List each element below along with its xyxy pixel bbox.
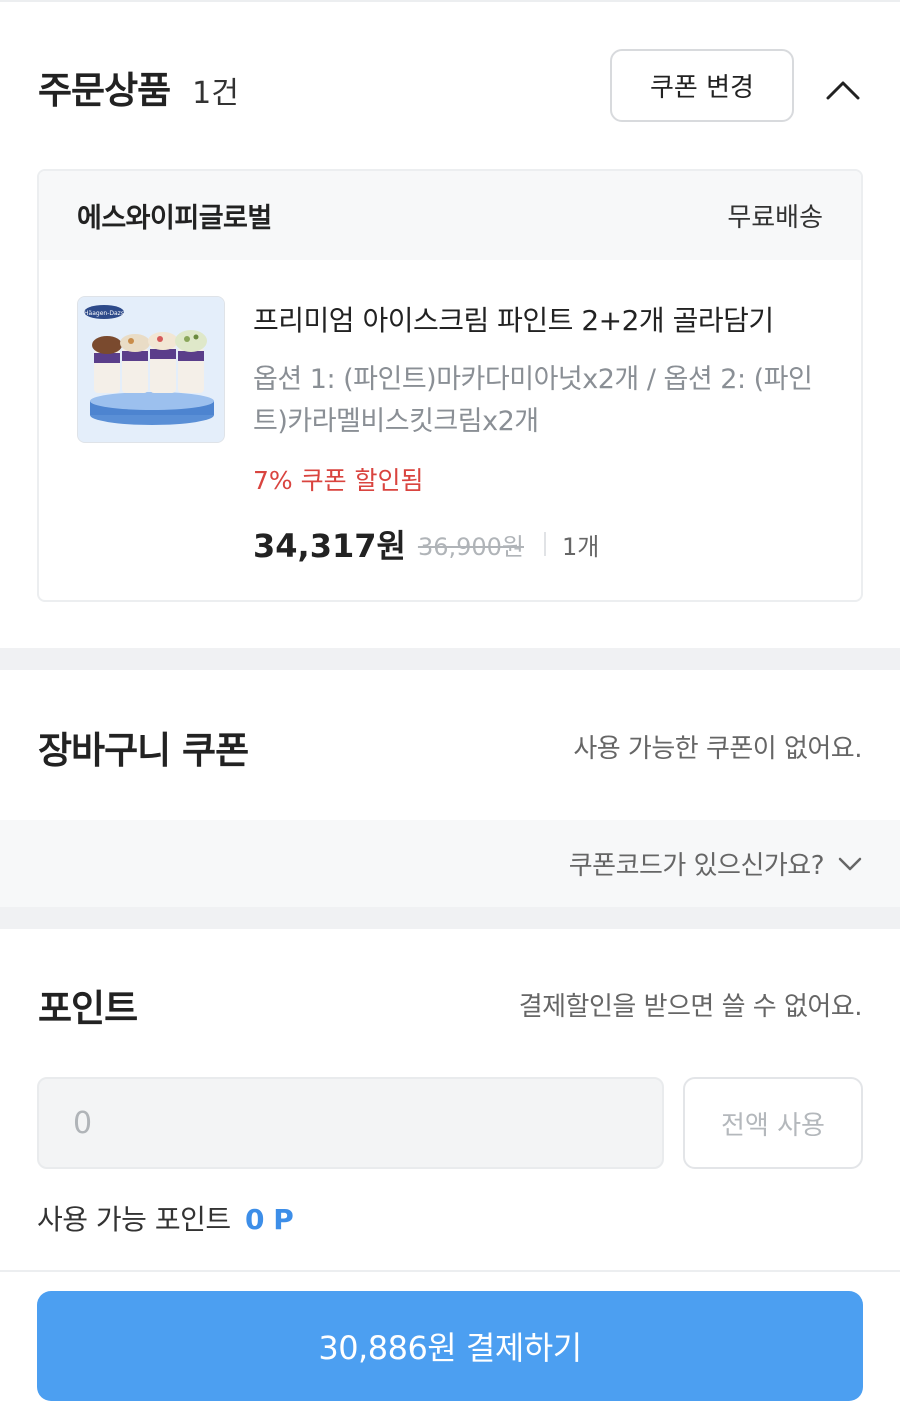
quantity: 1개 xyxy=(562,532,600,561)
section-divider xyxy=(0,648,900,670)
points-note: 결제할인을 받으면 쓸 수 없어요. xyxy=(518,992,863,1022)
ice-cream-pints-image: Häagen-Dazs xyxy=(78,297,224,442)
order-section-title: 주문상품 xyxy=(38,69,171,112)
original-price: 36,900원 xyxy=(417,532,524,561)
pay-button[interactable]: 30,886원 결제하기 xyxy=(37,1291,863,1401)
product-option: 옵션 1: (파인트)마카다미아넛x2개 / 옵션 2: (파인트)카라멜비스킷… xyxy=(253,364,813,437)
coupon-code-toggle[interactable]: 쿠폰코드가 있으신가요? xyxy=(0,820,900,907)
order-item-count: 1건 xyxy=(192,76,239,111)
cart-coupon-note: 사용 가능한 쿠폰이 없어요. xyxy=(573,734,862,764)
points-input[interactable] xyxy=(37,1077,664,1169)
collapse-order-button[interactable] xyxy=(822,70,864,110)
coupon-change-button[interactable]: 쿠폰 변경 xyxy=(610,49,794,122)
shipping-info: 무료배송 xyxy=(727,203,823,233)
product-thumbnail[interactable]: Häagen-Dazs xyxy=(77,296,225,443)
points-title: 포인트 xyxy=(38,987,138,1030)
seller-name: 에스와이피글로벌 xyxy=(77,203,272,234)
chevron-up-icon xyxy=(826,81,860,100)
chevron-down-icon xyxy=(838,857,862,870)
cart-coupon-title: 장바구니 쿠폰 xyxy=(38,729,249,772)
use-all-points-button[interactable]: 전액 사용 xyxy=(683,1077,863,1169)
bottom-divider xyxy=(0,1270,900,1272)
coupon-code-prompt: 쿠폰코드가 있으신가요? xyxy=(568,851,825,881)
price-divider xyxy=(544,532,546,556)
order-section-header: 주문상품 1건 xyxy=(38,60,239,114)
available-points-label: 사용 가능 포인트 xyxy=(37,1203,231,1236)
price-row: 34,317원 36,900원 1개 xyxy=(253,521,599,567)
card-header: 에스와이피글로벌 무료배송 xyxy=(39,171,861,260)
available-points-value: 0 P xyxy=(245,1203,294,1236)
sale-price: 34,317원 xyxy=(253,527,406,565)
available-points: 사용 가능 포인트 0 P xyxy=(37,1198,294,1238)
section-divider xyxy=(0,907,900,929)
brand-logo: Häagen-Dazs xyxy=(84,310,124,317)
top-divider xyxy=(0,0,900,2)
product-name[interactable]: 프리미엄 아이스크림 파인트 2+2개 골라담기 xyxy=(253,299,774,339)
order-product-card: 에스와이피글로벌 무료배송 Häagen-Dazs 프리미엄 아이스크림 파인트… xyxy=(37,169,863,602)
coupon-discount-text: 7% 쿠폰 할인됨 xyxy=(253,466,424,495)
